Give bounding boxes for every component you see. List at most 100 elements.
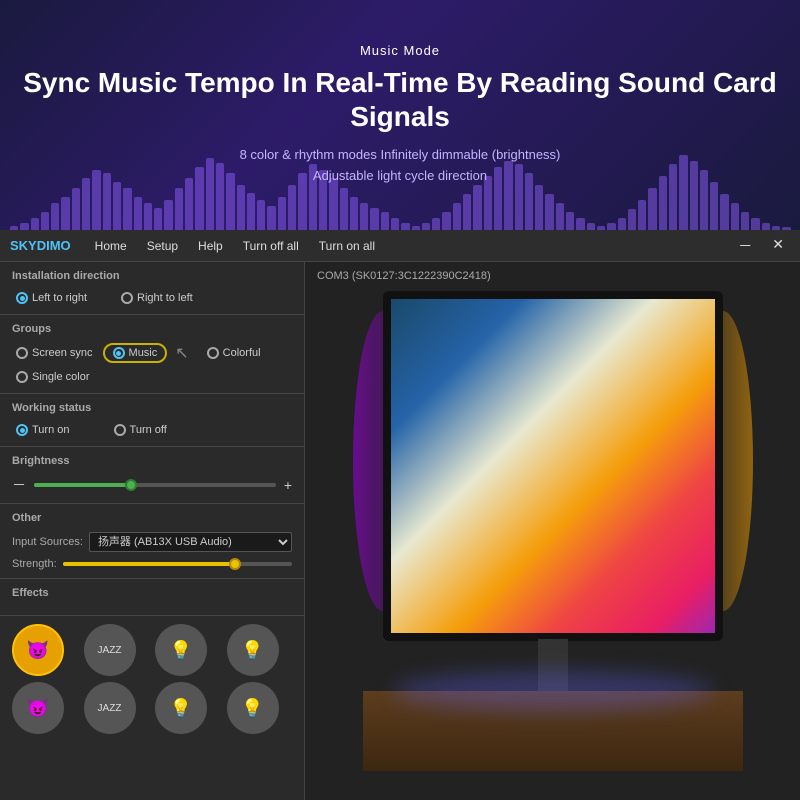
eq-bar [782,227,790,230]
turn-off-label: Turn off [130,424,167,436]
music-label: Music [129,347,158,359]
turn-off-option[interactable]: Turn off [110,422,171,438]
menu-turn-off-all[interactable]: Turn off all [239,235,303,257]
menu-help[interactable]: Help [194,235,227,257]
eq-bar [175,188,183,230]
minimize-button[interactable]: － [732,234,758,258]
monitor-frame [383,291,723,641]
menu-setup[interactable]: Setup [143,235,182,257]
eq-bar [370,208,378,231]
music-option[interactable]: Music [103,343,168,363]
eq-bar [144,203,152,230]
eq-bar [391,218,399,230]
eq-bar [381,212,389,230]
eq-bar [566,212,574,230]
effect-item-3[interactable]: 💡 [227,624,279,676]
colorful-radio[interactable] [207,347,219,359]
eq-bar [720,194,728,230]
left-to-right-radio[interactable] [16,292,28,304]
effect-item-4[interactable]: 😈 [12,682,64,734]
brightness-plus-btn[interactable]: + [284,477,292,493]
screen-sync-radio[interactable] [16,347,28,359]
eq-bar [741,212,749,230]
input-sources-row: Input Sources: 扬声器 (AB13X USB Audio) [12,532,292,552]
eq-bar [618,218,626,230]
groups-section: Groups Screen sync Music ↖ Colorful [0,315,304,394]
single-color-radio[interactable] [16,371,28,383]
music-radio[interactable] [113,347,125,359]
eq-bar [648,188,656,230]
screen-sync-option[interactable]: Screen sync [12,345,97,361]
effect-icon-4: 😈 [27,698,49,719]
turn-off-radio[interactable] [114,424,126,436]
menu-turn-on-all[interactable]: Turn on all [315,235,379,257]
effect-icon-5: JAZZ [98,703,122,714]
eq-bar [638,200,646,230]
eq-bar [690,161,698,230]
menu-home[interactable]: Home [91,235,131,257]
brightness-minus-btn[interactable]: － [12,475,26,495]
eq-bar [340,188,348,230]
working-options: Turn on Turn off [12,422,292,438]
right-panel: COM3 (SK0127:3C1222390C2418) [305,262,800,800]
main-content: Installation direction Left to right Rig… [0,262,800,800]
effect-item-6[interactable]: 💡 [155,682,207,734]
turn-on-radio[interactable] [16,424,28,436]
effect-icon-7: 💡 [241,698,263,719]
left-panel: Installation direction Left to right Rig… [0,262,305,800]
eq-bar [772,226,780,231]
brightness-thumb[interactable] [125,479,137,491]
effect-item-0[interactable]: 😈 [12,624,64,676]
strength-fill [63,562,235,566]
right-to-left-option[interactable]: Right to left [117,290,197,306]
eq-bar [556,203,564,230]
close-button[interactable]: ✕ [766,234,790,258]
right-to-left-label: Right to left [137,292,193,304]
turn-on-option[interactable]: Turn on [12,422,74,438]
right-to-left-radio[interactable] [121,292,133,304]
eq-bar [669,164,677,230]
eq-bar [185,178,193,231]
colorful-option[interactable]: Colorful [203,345,265,361]
brightness-slider[interactable] [34,483,276,487]
eq-bar [72,188,80,230]
eq-bar [350,197,358,230]
effects-section: Effects [0,579,304,616]
eq-bar [679,155,687,230]
eq-bar [134,197,142,230]
eq-bar [20,223,28,231]
eq-bar [206,158,214,230]
working-title: Working status [12,402,292,414]
eq-bar [659,176,667,230]
eq-bar [473,185,481,230]
left-to-right-option[interactable]: Left to right [12,290,91,306]
effect-item-2[interactable]: 💡 [155,624,207,676]
eq-bar [195,167,203,230]
strength-thumb[interactable] [229,558,241,570]
single-color-option[interactable]: Single color [12,369,93,385]
turn-on-label: Turn on [32,424,70,436]
eq-bar [257,200,265,230]
installation-options: Left to right Right to left [12,290,292,306]
input-sources-dropdown[interactable]: 扬声器 (AB13X USB Audio) [89,532,292,552]
app-logo: SKYDIMO [10,238,71,253]
eq-bar [226,173,234,230]
installation-title: Installation direction [12,270,292,282]
groups-options-row2: Single color [12,369,292,385]
effect-item-7[interactable]: 💡 [227,682,279,734]
eq-bar [412,226,420,231]
strength-slider[interactable] [63,562,292,566]
effects-title: Effects [12,587,292,599]
brightness-section: Brightness － + [0,447,304,504]
effect-icon-0: 😈 [27,640,49,661]
eq-bar [82,178,90,231]
working-section: Working status Turn on Turn off [0,394,304,447]
input-sources-label: Input Sources: [12,536,83,548]
eq-bar [751,218,759,230]
eq-bar [113,182,121,230]
effect-item-1[interactable]: JAZZ [84,624,136,676]
app-window: SKYDIMO Home Setup Help Turn off all Tur… [0,230,800,800]
strength-label: Strength: [12,558,57,570]
effect-item-5[interactable]: JAZZ [84,682,136,734]
eq-bar [123,188,131,230]
